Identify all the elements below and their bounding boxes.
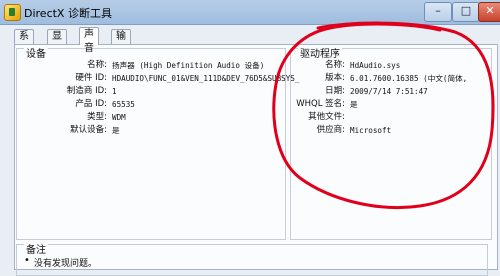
driver-name-label: 名称: (325, 60, 345, 70)
driver-date-row: 日期: 2009/7/14 7:51:47 (0, 85, 500, 98)
driver-version-row: 版本: 6.01.7600.16385 (中文(简体, (0, 72, 500, 85)
driver-provider-row: 供应商: Microsoft (0, 124, 500, 137)
driver-version-label: 版本: (325, 73, 345, 83)
driver-name-row: 名称: HdAudio.sys (0, 59, 500, 72)
directx-app-icon (4, 4, 21, 21)
driver-version-value: 6.01.7600.16385 (中文(简体, (350, 74, 468, 83)
notes-group-title: 备注 (24, 241, 48, 256)
driver-provider-value: Microsoft (350, 126, 392, 135)
tab-display[interactable]: 显示 (47, 29, 67, 56)
maximize-button[interactable]: □ (452, 2, 480, 22)
minimize-button[interactable]: – (424, 2, 452, 22)
close-button[interactable]: ✕ (478, 2, 500, 22)
notes-item: 没有发现问题。 (34, 259, 98, 269)
driver-whql-value: 是 (350, 100, 358, 109)
driver-other-files-label: 其他文件: (308, 112, 345, 122)
driver-whql-label: WHQL 签名: (296, 99, 345, 109)
driver-date-value: 2009/7/14 7:51:47 (350, 87, 428, 96)
driver-whql-row: WHQL 签名: 是 (0, 98, 500, 111)
driver-other-files-row: 其他文件: (0, 111, 500, 124)
title-bar[interactable]: DirectX 诊断工具 – □ ✕ (0, 0, 500, 25)
tab-sound[interactable]: 声音 (79, 27, 99, 54)
devices-group-title: 设备 (24, 45, 48, 60)
tab-input[interactable]: 输入 (111, 29, 131, 56)
driver-provider-label: 供应商: (316, 125, 345, 135)
window-title: DirectX 诊断工具 (24, 7, 112, 20)
bullet-icon: • (24, 255, 30, 266)
tab-system[interactable]: 系统 (14, 29, 34, 56)
driver-date-label: 日期: (325, 86, 345, 96)
driver-group-title: 驱动程序 (298, 45, 342, 60)
driver-name-value: HdAudio.sys (350, 61, 401, 70)
